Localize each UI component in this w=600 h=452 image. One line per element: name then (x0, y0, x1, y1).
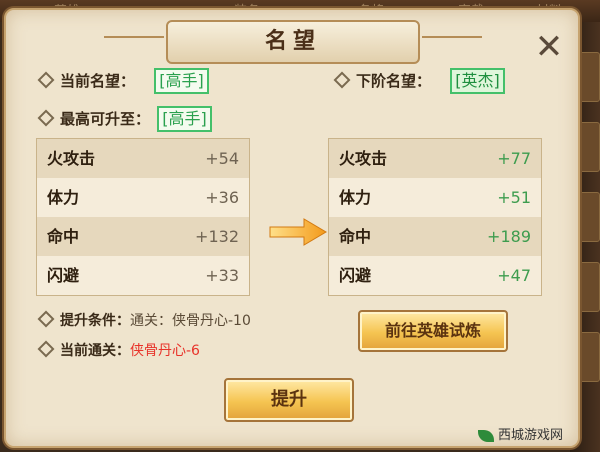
current-stats-panel: 火攻击 +54 体力 +36 命中 +132 闪避 +33 (36, 138, 250, 296)
upgrade-button[interactable]: 提升 (224, 378, 354, 422)
dialog-title: 名望 (104, 20, 482, 64)
upgrade-condition: 提升条件：通关：侠骨丹心-10 (37, 310, 251, 330)
progress-label: 当前通关： (60, 343, 130, 359)
watermark: 西城游戏网 (478, 424, 598, 446)
stat-name: 闪避 (47, 266, 80, 285)
current-reputation-value: [高手] (154, 68, 209, 94)
stat-value: +132 (195, 227, 239, 246)
current-reputation-label: 当前名望： (60, 72, 136, 90)
condition-value: 通关：侠骨丹心-10 (130, 313, 251, 329)
stat-name: 体力 (47, 188, 80, 207)
current-progress: 当前通关：侠骨丹心-6 (37, 340, 200, 360)
diamond-icon (37, 71, 55, 88)
reputation-dialog: 名望 ✕ 当前名望： [高手] 下阶名望： [英杰] 最高可升至： [高手] 火… (4, 8, 580, 448)
max-reputation-label: 最高可升至： (60, 110, 151, 128)
stat-row: 火攻击 +77 (329, 139, 541, 178)
stat-value: +54 (205, 149, 239, 168)
next-reputation-label: 下阶名望： (356, 72, 432, 90)
stat-row: 命中 +132 (37, 217, 249, 256)
stat-row: 体力 +36 (37, 178, 249, 217)
current-reputation-row: 当前名望： [高手] (37, 68, 209, 94)
next-reputation-row: 下阶名望： [英杰] (333, 68, 505, 94)
stat-name: 闪避 (339, 266, 372, 285)
next-stats-panel: 火攻击 +77 体力 +51 命中 +189 闪避 +47 (328, 138, 542, 296)
leaf-icon (478, 429, 494, 442)
diamond-icon (37, 109, 55, 126)
stat-name: 命中 (47, 227, 80, 246)
close-icon[interactable]: ✕ (532, 30, 566, 64)
next-reputation-value: [英杰] (450, 68, 505, 94)
stat-value: +47 (497, 266, 531, 285)
stat-row: 命中 +189 (329, 217, 541, 256)
stat-row: 体力 +51 (329, 178, 541, 217)
stat-name: 火攻击 (47, 149, 96, 168)
max-reputation-value: [高手] (157, 106, 212, 132)
condition-label: 提升条件： (60, 313, 130, 329)
hero-trial-button[interactable]: 前往英雄试炼 (358, 310, 508, 352)
stat-row: 火攻击 +54 (37, 139, 249, 178)
stat-value: +77 (497, 149, 531, 168)
stat-name: 火攻击 (339, 149, 388, 168)
watermark-text: 西城游戏网 (498, 428, 564, 443)
stat-value: +51 (497, 188, 531, 207)
stat-name: 体力 (339, 188, 372, 207)
stat-row: 闪避 +47 (329, 256, 541, 295)
diamond-icon (37, 310, 55, 328)
max-reputation-row: 最高可升至： [高手] (37, 106, 212, 132)
stat-row: 闪避 +33 (37, 256, 249, 295)
progress-value: 侠骨丹心-6 (130, 343, 200, 359)
stat-name: 命中 (339, 227, 372, 246)
arrow-right-icon (269, 218, 327, 246)
stat-value: +33 (205, 266, 239, 285)
stat-value: +189 (487, 227, 531, 246)
stat-value: +36 (205, 188, 239, 207)
diamond-icon (37, 340, 55, 358)
diamond-icon (333, 71, 351, 88)
